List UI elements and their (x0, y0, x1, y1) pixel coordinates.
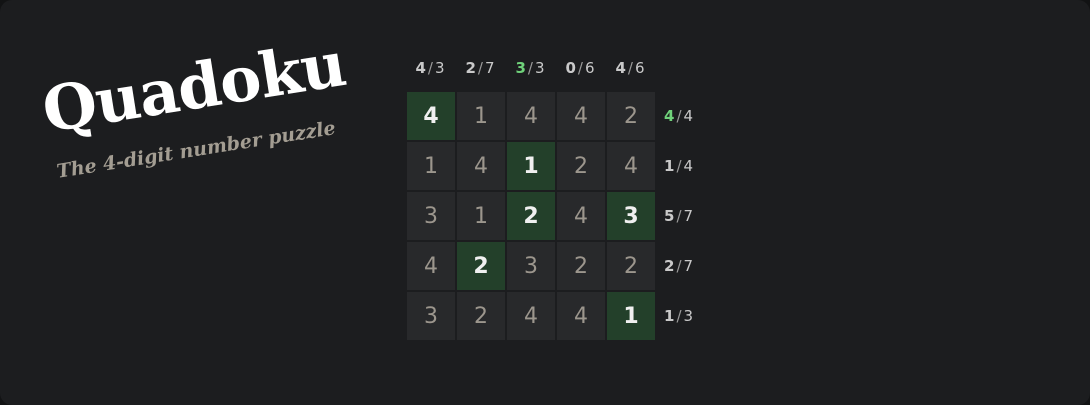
column-count-4: 0/6 (557, 58, 605, 78)
row-count-3: 5/7 (664, 192, 724, 240)
grid-cell-r5c1[interactable]: 3 (407, 292, 455, 340)
grid-cell-r1c2[interactable]: 1 (457, 92, 505, 140)
puzzle-grid: 4144214124312434232232441 (407, 92, 655, 340)
grid-cell-r1c4[interactable]: 4 (557, 92, 605, 140)
column-count-1: 4/3 (407, 58, 455, 78)
count-separator: / (676, 157, 684, 175)
selected-count: 3 (515, 59, 528, 77)
grid-cell-r1c1[interactable]: 4 (407, 92, 455, 140)
column-count-2: 2/7 (457, 58, 505, 78)
row-count-5: 1/3 (664, 292, 724, 340)
row-count-4: 2/7 (664, 242, 724, 290)
target-count: 6 (584, 59, 597, 77)
target-count: 4 (683, 107, 696, 125)
grid-cell-r1c3[interactable]: 4 (507, 92, 555, 140)
grid-cell-r1c5[interactable]: 2 (607, 92, 655, 140)
column-count-3: 3/3 (507, 58, 555, 78)
count-separator: / (477, 59, 485, 77)
grid-cell-r4c3[interactable]: 3 (507, 242, 555, 290)
selected-count: 4 (415, 59, 428, 77)
count-separator: / (676, 107, 684, 125)
grid-cell-r3c4[interactable]: 4 (557, 192, 605, 240)
count-separator: / (577, 59, 585, 77)
grid-cell-r2c3[interactable]: 1 (507, 142, 555, 190)
selected-count: 2 (465, 59, 478, 77)
grid-cell-r4c2[interactable]: 2 (457, 242, 505, 290)
target-count: 3 (683, 307, 696, 325)
row-count-1: 4/4 (664, 92, 724, 140)
quadoku-app: Quadoku The 4-digit number puzzle 4/3 2/7… (0, 0, 1090, 405)
target-count: 3 (434, 59, 447, 77)
brand: Quadoku The 4-digit number puzzle (36, 17, 376, 215)
target-count: 4 (683, 157, 696, 175)
count-separator: / (676, 257, 684, 275)
target-count: 7 (683, 207, 696, 225)
grid-cell-r2c2[interactable]: 4 (457, 142, 505, 190)
selected-count: 1 (664, 157, 677, 175)
grid-cell-r2c4[interactable]: 2 (557, 142, 605, 190)
count-separator: / (627, 59, 635, 77)
column-counts: 4/3 2/7 3/3 0/6 4/6 (407, 58, 655, 78)
count-separator: / (527, 59, 535, 77)
grid-cell-r3c1[interactable]: 3 (407, 192, 455, 240)
grid-cell-r3c3[interactable]: 2 (507, 192, 555, 240)
selected-count: 4 (615, 59, 628, 77)
grid-cell-r5c2[interactable]: 2 (457, 292, 505, 340)
count-separator: / (676, 207, 684, 225)
column-count-5: 4/6 (607, 58, 655, 78)
selected-count: 0 (565, 59, 578, 77)
grid-cell-r4c5[interactable]: 2 (607, 242, 655, 290)
selected-count: 4 (664, 107, 677, 125)
grid-cell-r2c1[interactable]: 1 (407, 142, 455, 190)
grid-cell-r5c5[interactable]: 1 (607, 292, 655, 340)
grid-cell-r5c4[interactable]: 4 (557, 292, 605, 340)
grid-cell-r3c2[interactable]: 1 (457, 192, 505, 240)
grid-cell-r2c5[interactable]: 4 (607, 142, 655, 190)
selected-count: 5 (664, 207, 677, 225)
grid-cell-r3c5[interactable]: 3 (607, 192, 655, 240)
count-separator: / (427, 59, 435, 77)
row-counts: 4/4 1/4 5/7 2/7 1/3 (664, 92, 724, 340)
count-separator: / (676, 307, 684, 325)
target-count: 7 (683, 257, 696, 275)
target-count: 6 (634, 59, 647, 77)
selected-count: 1 (664, 307, 677, 325)
row-count-2: 1/4 (664, 142, 724, 190)
target-count: 3 (534, 59, 547, 77)
grid-cell-r4c4[interactable]: 2 (557, 242, 605, 290)
grid-cell-r4c1[interactable]: 4 (407, 242, 455, 290)
target-count: 7 (484, 59, 497, 77)
selected-count: 2 (664, 257, 677, 275)
grid-cell-r5c3[interactable]: 4 (507, 292, 555, 340)
